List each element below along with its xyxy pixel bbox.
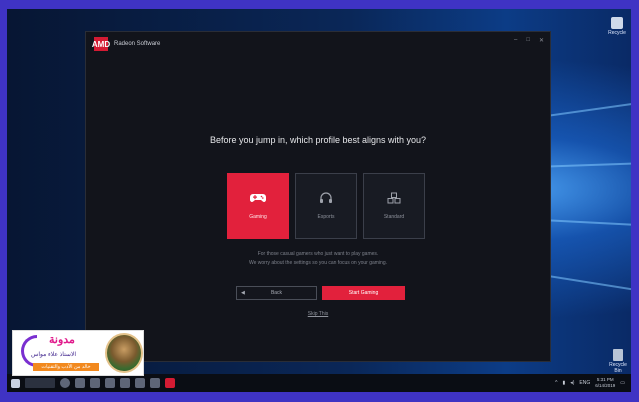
edge-icon[interactable] bbox=[75, 378, 85, 388]
chevron-up-icon[interactable]: ^ bbox=[555, 380, 557, 386]
profile-question: Before you jump in, which profile best a… bbox=[209, 135, 427, 145]
start-button-label: Start Gaming bbox=[348, 290, 379, 296]
maximize-button[interactable]: □ bbox=[526, 37, 530, 44]
system-tray: ^ ▮ ◂) ENG 5:31 PM 6/14/2019 ▭ bbox=[555, 377, 625, 389]
store-icon[interactable] bbox=[105, 378, 115, 388]
desktop-icon-recycle-bin[interactable]: Recycle Bin bbox=[608, 349, 628, 374]
blog-subtitle: الاستاذ علاء مواس bbox=[31, 352, 77, 358]
start-gaming-button[interactable]: Start Gaming bbox=[322, 286, 405, 300]
windows-start-icon[interactable] bbox=[11, 378, 20, 388]
taskbar: ^ ▮ ◂) ENG 5:31 PM 6/14/2019 ▭ bbox=[7, 374, 631, 392]
blog-tagline: خالد من الأدب والتقنيات bbox=[33, 363, 99, 371]
description-line: We worry about the settings so you can f… bbox=[248, 260, 388, 266]
cubes-icon bbox=[387, 192, 401, 204]
profile-card-gaming[interactable]: Gaming bbox=[227, 173, 289, 239]
skip-link[interactable]: Skip This bbox=[86, 311, 550, 317]
taskbar-search-box[interactable] bbox=[25, 378, 55, 388]
recycle-bin-icon bbox=[613, 349, 623, 361]
taskbar-clock[interactable]: 5:31 PM 6/14/2019 bbox=[595, 377, 615, 389]
network-icon[interactable]: ▮ bbox=[562, 380, 565, 386]
profile-label: Esports bbox=[317, 214, 335, 220]
minimize-button[interactable]: – bbox=[514, 37, 517, 44]
file-explorer-icon[interactable] bbox=[90, 378, 100, 388]
notification-icon[interactable]: ▭ bbox=[620, 380, 625, 386]
desktop-icon-label: Recycle Bin bbox=[609, 362, 627, 374]
profile-description: For those casual gamers who just want to… bbox=[86, 250, 550, 268]
photos-icon[interactable] bbox=[135, 378, 145, 388]
profile-label: Standard bbox=[383, 214, 405, 220]
settings-icon[interactable] bbox=[150, 378, 160, 388]
description-line: For those casual gamers who just want to… bbox=[257, 251, 379, 257]
language-indicator[interactable]: ENG bbox=[579, 380, 590, 386]
radeon-taskbar-icon[interactable] bbox=[165, 378, 175, 388]
desktop-icon-label: Recycle bbox=[608, 30, 626, 36]
blog-watermark: مدونة الاستاذ علاء مواس خالد من الأدب وا… bbox=[12, 330, 144, 376]
profile-card-standard[interactable]: Standard bbox=[363, 173, 425, 239]
window-title: Radeon Software bbox=[114, 41, 161, 47]
blog-title: مدونة bbox=[49, 334, 75, 346]
arrow-left-icon: ◀ bbox=[241, 290, 245, 296]
mail-icon[interactable] bbox=[120, 378, 130, 388]
task-view-icon[interactable] bbox=[60, 378, 70, 388]
back-button[interactable]: ◀ Back bbox=[236, 286, 317, 300]
desktop-icon[interactable]: Recycle bbox=[607, 17, 627, 36]
back-button-label: Back bbox=[270, 290, 283, 296]
profile-label: Gaming bbox=[249, 214, 267, 220]
close-button[interactable]: ✕ bbox=[539, 37, 544, 44]
title-bar[interactable]: AMD Radeon Software bbox=[86, 32, 550, 56]
gamepad-icon bbox=[250, 194, 266, 202]
radeon-window: AMD Radeon Software – □ ✕ Before you jum… bbox=[85, 31, 551, 362]
window-controls: – □ ✕ bbox=[514, 37, 544, 44]
headset-icon bbox=[320, 192, 332, 203]
volume-icon[interactable]: ◂) bbox=[570, 380, 574, 386]
avatar bbox=[105, 333, 143, 373]
profile-card-esports[interactable]: Esports bbox=[295, 173, 357, 239]
amd-logo-icon: AMD bbox=[92, 37, 110, 51]
clock-date: 6/14/2019 bbox=[595, 383, 616, 388]
computer-icon bbox=[611, 17, 623, 29]
